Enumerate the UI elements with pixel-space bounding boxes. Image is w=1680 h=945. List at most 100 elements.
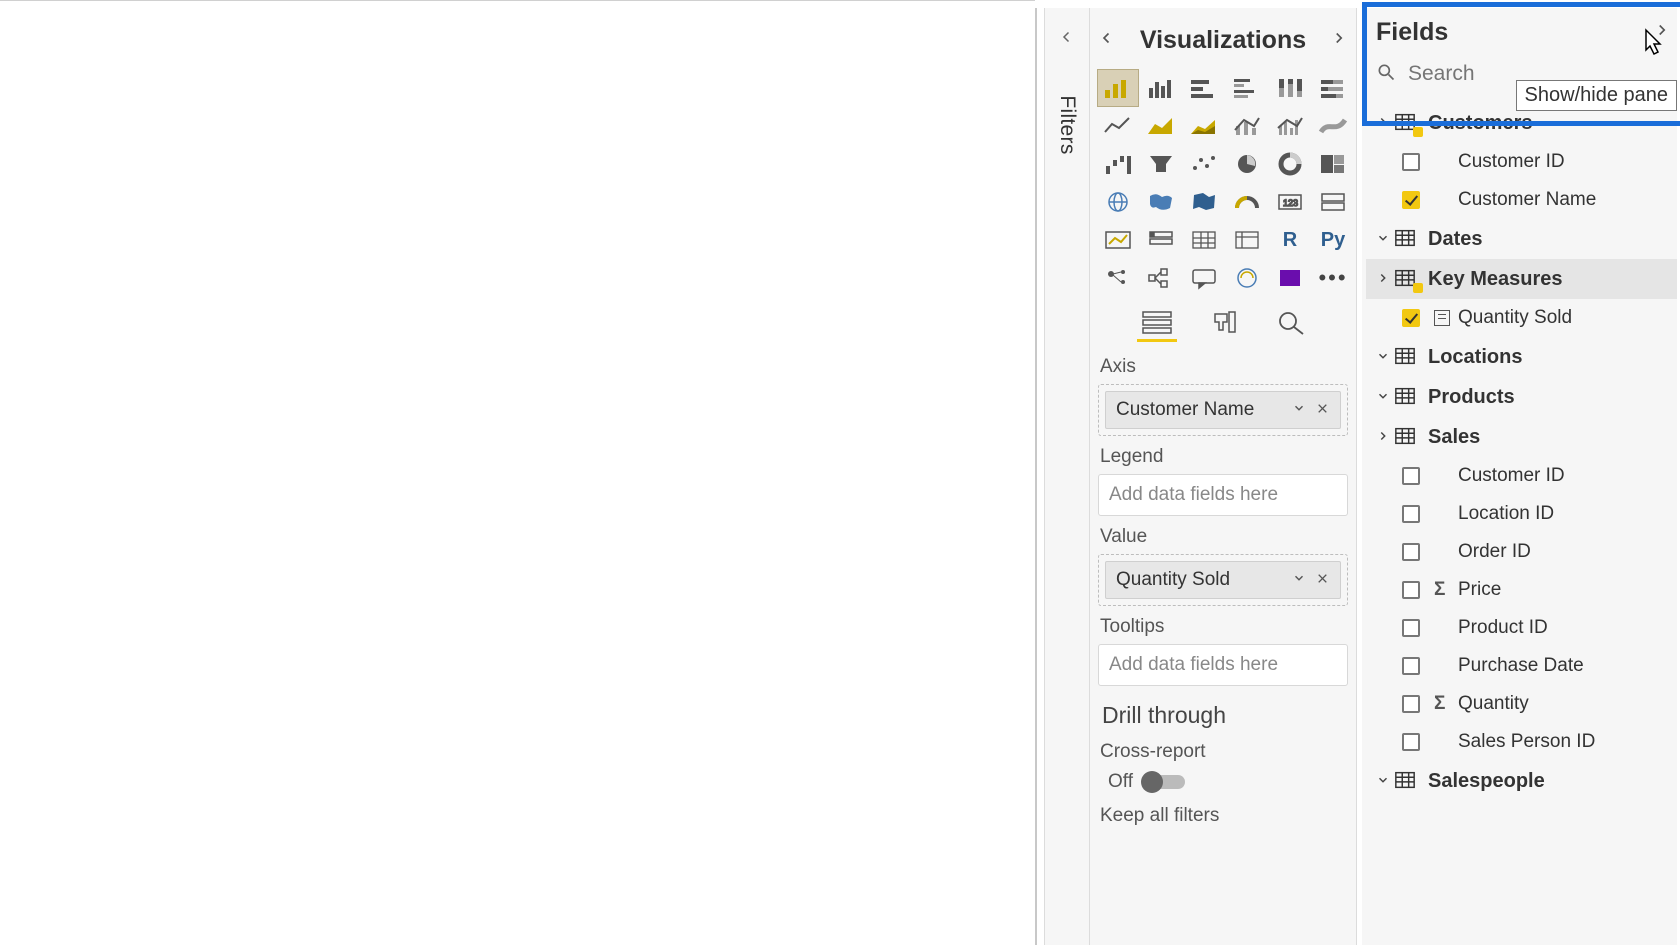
table-row[interactable]: Salespeople: [1366, 761, 1677, 801]
chevron-up-icon[interactable]: [1372, 268, 1394, 291]
viz-gauge-icon[interactable]: [1227, 184, 1267, 220]
value-well-label: Value: [1100, 526, 1348, 548]
field-row[interactable]: Sales Person ID: [1366, 723, 1677, 761]
value-field-remove-icon[interactable]: [1311, 569, 1334, 591]
viz-key-influencers-icon[interactable]: [1098, 260, 1138, 296]
field-checkbox[interactable]: [1402, 657, 1420, 675]
field-name: Sales Person ID: [1458, 731, 1595, 753]
viz-multicard-icon[interactable]: [1313, 184, 1353, 220]
viz-collapse-right-icon[interactable]: [1330, 29, 1348, 52]
field-checkbox[interactable]: [1402, 505, 1420, 523]
table-row[interactable]: Key Measures: [1366, 259, 1677, 299]
field-row[interactable]: ΣPrice: [1366, 571, 1677, 609]
axis-field-pill[interactable]: Customer Name: [1105, 391, 1341, 429]
fields-search-input[interactable]: [1406, 61, 1516, 87]
fields-tree: CustomersCustomer IDCustomer Name Dates …: [1362, 97, 1677, 801]
viz-funnel-icon[interactable]: [1141, 146, 1181, 182]
field-row[interactable]: Customer Name: [1366, 181, 1677, 219]
viz-table-icon[interactable]: [1184, 222, 1224, 258]
report-canvas[interactable]: [0, 0, 1035, 945]
viz-donut-icon[interactable]: [1270, 146, 1310, 182]
cross-report-toggle[interactable]: [1143, 775, 1185, 789]
chevron-down-icon[interactable]: [1372, 770, 1394, 793]
field-checkbox[interactable]: [1402, 153, 1420, 171]
tooltips-well[interactable]: Add data fields here: [1098, 644, 1348, 686]
chevron-down-icon[interactable]: [1372, 228, 1394, 251]
value-well[interactable]: Quantity Sold: [1098, 554, 1348, 606]
axis-field-dropdown-icon[interactable]: [1287, 399, 1311, 421]
viz-line-col-icon[interactable]: [1227, 108, 1267, 144]
viz-qna-icon[interactable]: [1184, 260, 1224, 296]
chevron-up-icon[interactable]: [1372, 426, 1394, 449]
field-row[interactable]: Order ID: [1366, 533, 1677, 571]
chevron-down-icon[interactable]: [1372, 386, 1394, 409]
viz-pie-icon[interactable]: [1227, 146, 1267, 182]
viz-collapse-left-icon[interactable]: [1098, 29, 1116, 52]
viz-slicer-icon[interactable]: [1141, 222, 1181, 258]
expand-filters-chevron-icon[interactable]: [1045, 28, 1089, 51]
table-row[interactable]: Locations: [1366, 337, 1677, 377]
viz-stacked-bar-icon[interactable]: [1098, 70, 1138, 106]
viz-clustered-bar-h-icon[interactable]: [1227, 70, 1267, 106]
value-field-pill[interactable]: Quantity Sold: [1105, 561, 1341, 599]
field-name: Location ID: [1458, 503, 1554, 525]
field-checkbox[interactable]: [1402, 695, 1420, 713]
viz-line-col2-icon[interactable]: [1270, 108, 1310, 144]
viz-clustered-col-icon[interactable]: [1141, 70, 1181, 106]
format-tab-icon[interactable]: [1207, 308, 1243, 342]
field-checkbox[interactable]: [1402, 309, 1420, 327]
viz-line-icon[interactable]: [1098, 108, 1138, 144]
table-row[interactable]: Dates: [1366, 219, 1677, 259]
viz-100-stacked-bar-icon[interactable]: [1313, 70, 1353, 106]
field-row[interactable]: ΣQuantity: [1366, 685, 1677, 723]
field-row[interactable]: Purchase Date: [1366, 647, 1677, 685]
table-row[interactable]: Sales: [1366, 417, 1677, 457]
field-row[interactable]: Customer ID: [1366, 457, 1677, 495]
axis-field-remove-icon[interactable]: [1311, 399, 1334, 421]
viz-map-icon[interactable]: [1098, 184, 1138, 220]
viz-python-icon[interactable]: Py: [1313, 222, 1353, 258]
viz-powerapps-icon[interactable]: [1270, 260, 1310, 296]
viz-shape-map-icon[interactable]: [1184, 184, 1224, 220]
viz-scatter-icon[interactable]: [1184, 146, 1224, 182]
chevron-up-icon[interactable]: [1372, 112, 1394, 135]
viz-100-stacked-col-icon[interactable]: [1270, 70, 1310, 106]
viz-stacked-area-icon[interactable]: [1184, 108, 1224, 144]
sigma-icon: Σ: [1434, 579, 1452, 601]
table-name: Dates: [1428, 228, 1482, 251]
field-row[interactable]: Product ID: [1366, 609, 1677, 647]
field-checkbox[interactable]: [1402, 543, 1420, 561]
viz-more-icon[interactable]: •••: [1313, 260, 1353, 296]
viz-kpi-icon[interactable]: [1098, 222, 1138, 258]
viz-decomposition-icon[interactable]: [1141, 260, 1181, 296]
viz-r-script-icon[interactable]: R: [1270, 222, 1310, 258]
viz-area-icon[interactable]: [1141, 108, 1181, 144]
viz-waterfall-icon[interactable]: [1098, 146, 1138, 182]
viz-filled-map-icon[interactable]: [1141, 184, 1181, 220]
field-checkbox[interactable]: [1402, 733, 1420, 751]
field-row[interactable]: Location ID: [1366, 495, 1677, 533]
chevron-down-icon[interactable]: [1372, 346, 1394, 369]
axis-well[interactable]: Customer Name: [1098, 384, 1348, 436]
field-checkbox[interactable]: [1402, 467, 1420, 485]
field-checkbox[interactable]: [1402, 619, 1420, 637]
viz-stacked-bar-h-icon[interactable]: [1184, 70, 1224, 106]
viz-ribbon-icon[interactable]: [1313, 108, 1353, 144]
analytics-tab-icon[interactable]: [1273, 308, 1309, 342]
viz-treemap-icon[interactable]: [1313, 146, 1353, 182]
field-row[interactable]: Quantity Sold: [1366, 299, 1677, 337]
field-checkbox[interactable]: [1402, 191, 1420, 209]
viz-card-icon[interactable]: 123: [1270, 184, 1310, 220]
table-icon: [1394, 112, 1420, 134]
field-row[interactable]: Customer ID: [1366, 143, 1677, 181]
field-checkbox[interactable]: [1402, 581, 1420, 599]
table-name: Sales: [1428, 426, 1480, 449]
fields-tab-icon[interactable]: [1137, 308, 1177, 342]
viz-paginated-icon[interactable]: [1227, 260, 1267, 296]
viz-matrix-icon[interactable]: [1227, 222, 1267, 258]
value-field-dropdown-icon[interactable]: [1287, 569, 1311, 591]
legend-well[interactable]: Add data fields here: [1098, 474, 1348, 516]
table-row[interactable]: Products: [1366, 377, 1677, 417]
filters-pane-collapsed[interactable]: Filters: [1044, 8, 1090, 945]
table-icon: [1394, 770, 1420, 792]
